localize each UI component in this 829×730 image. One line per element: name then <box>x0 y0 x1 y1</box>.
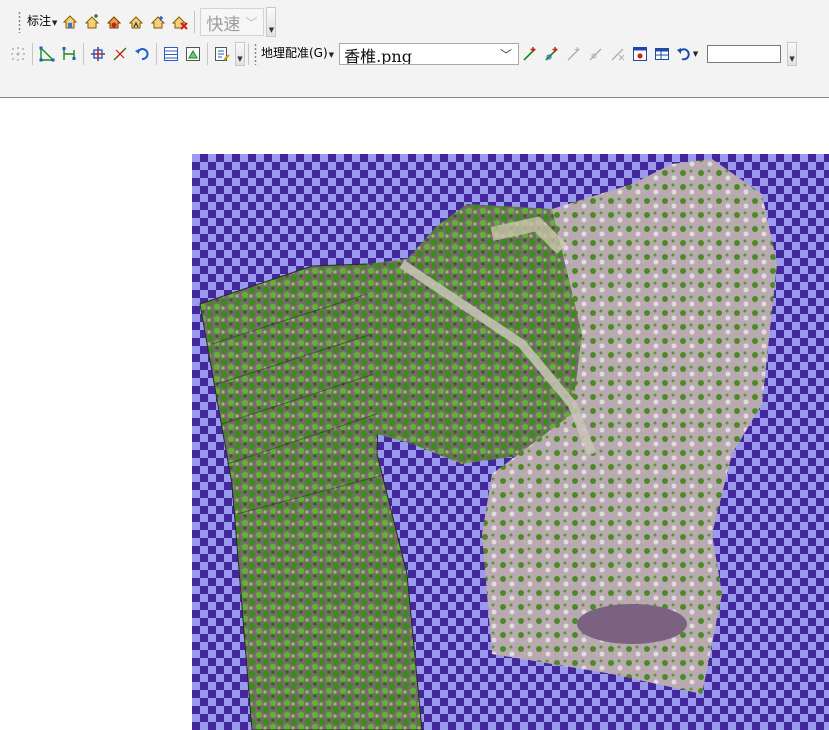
move-icon[interactable] <box>88 44 108 64</box>
annotation-dropdown[interactable]: 标注▼ <box>25 11 59 33</box>
attribute-table-icon[interactable] <box>161 44 181 64</box>
annotation-add-icon[interactable] <box>82 12 102 32</box>
scale-icon[interactable] <box>110 44 130 64</box>
annotation-toolbar: 标注▼ 快速 ﹀ ▼ <box>0 6 277 38</box>
zoom-to-link-icon[interactable] <box>586 44 606 64</box>
georeferenced-raster <box>192 154 829 730</box>
toolbar-area: 标注▼ 快速 ﹀ ▼ ▼ 地理配准(G)▼ 香椎.png ﹀ ▼ ▼ <box>0 0 829 98</box>
chevron-down-icon: ▼ <box>692 50 699 58</box>
annotation-delete-icon[interactable] <box>170 12 190 32</box>
link-table-icon[interactable] <box>652 44 672 64</box>
annotation-priority-icon[interactable] <box>126 12 146 32</box>
quick-combo[interactable]: 快速 ﹀ <box>200 8 265 36</box>
toolbar-grip[interactable] <box>18 11 21 33</box>
auto-registration-icon[interactable] <box>542 44 562 64</box>
georef-layer-value: 香椎.png <box>344 47 412 65</box>
editor-options-icon[interactable] <box>212 44 232 64</box>
chevron-down-icon: ﹀ <box>245 15 258 30</box>
sketch-properties-icon[interactable] <box>183 44 203 64</box>
annotation-weight-icon[interactable] <box>148 12 168 32</box>
georef-label: 地理配准(G) <box>261 46 328 60</box>
edit-vertices-icon[interactable] <box>37 44 57 64</box>
chevron-down-icon: ﹀ <box>500 47 513 62</box>
toolbar-grip[interactable] <box>254 43 257 65</box>
chevron-down-icon: ▼ <box>328 51 335 59</box>
rotate-dropdown[interactable]: ▼ <box>674 44 700 64</box>
georef-layer-select[interactable]: 香椎.png ﹀ <box>339 43 520 65</box>
quick-combo-value: 快速 <box>206 14 241 35</box>
delete-link-icon[interactable] <box>608 44 628 64</box>
select-link-icon[interactable] <box>564 44 584 64</box>
viewer-window-icon[interactable] <box>630 44 650 64</box>
snapping-icon[interactable] <box>8 44 28 64</box>
aerial-image <box>199 159 777 730</box>
chevron-down-icon: ▼ <box>52 19 58 27</box>
rotate-icon[interactable] <box>132 44 152 64</box>
toolbar-overflow-button[interactable]: ▼ <box>787 42 798 66</box>
georef-toolbar: ▼ 地理配准(G)▼ 香椎.png ﹀ ▼ ▼ <box>0 40 798 68</box>
annotation-class-icon[interactable] <box>60 12 80 32</box>
annotation-convert-icon[interactable] <box>104 12 124 32</box>
toolbar-separator <box>207 43 208 65</box>
toolbar-separator <box>194 11 196 33</box>
georef-dropdown[interactable]: 地理配准(G)▼ <box>259 43 336 65</box>
reshape-icon[interactable] <box>59 44 79 64</box>
rotation-input[interactable] <box>707 45 782 63</box>
add-control-points-icon[interactable] <box>520 44 540 64</box>
toolbar-separator <box>83 43 84 65</box>
toolbar-separator <box>32 43 33 65</box>
toolbar-separator <box>248 43 249 65</box>
annotation-label: 标注 <box>27 14 52 28</box>
toolbar-overflow-button[interactable]: ▼ <box>235 42 245 66</box>
toolbar-overflow-button[interactable]: ▼ <box>266 7 277 37</box>
map-display[interactable] <box>0 98 829 730</box>
toolbar-separator <box>156 43 157 65</box>
